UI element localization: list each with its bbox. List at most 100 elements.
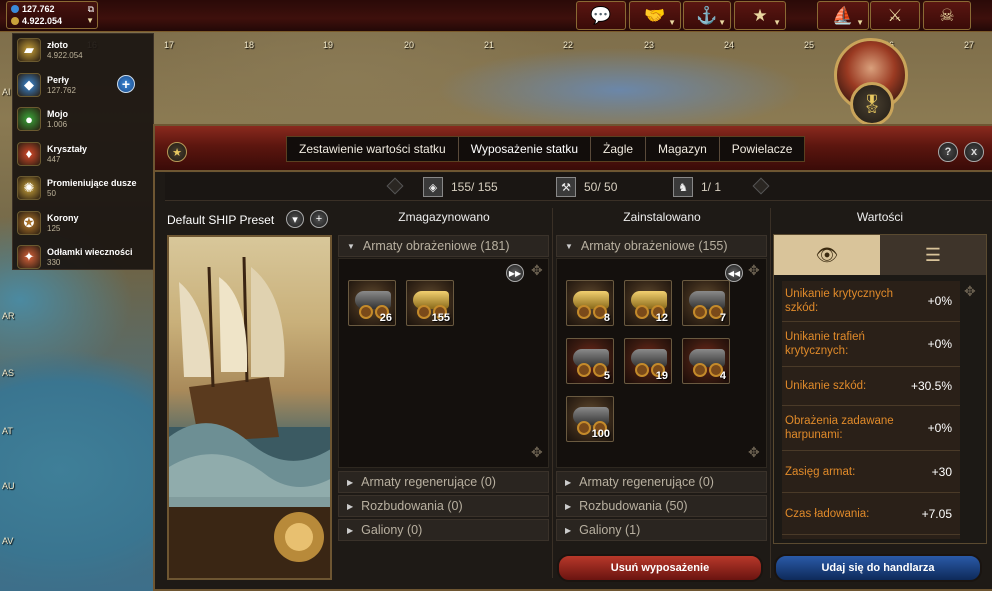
collapsed-triangle-icon: ▶ (347, 501, 354, 511)
resource-name: Perły (47, 74, 70, 85)
gold-summary: 4.922.054 (11, 16, 62, 26)
cannon-slot-icon: ◈ (423, 177, 443, 197)
map-column-label: 24 (724, 40, 735, 50)
value-row: Czas ładowania: +7.05 (782, 493, 960, 535)
resource-item: ♦ Kryształy 447 (17, 141, 87, 172)
collapsed-category[interactable]: ▶ Rozbudowania (0) (338, 495, 549, 517)
resource-value: 4.922.054 (47, 51, 83, 60)
cannon-item[interactable]: 100 (566, 396, 614, 442)
resource-text: złoto 4.922.054 (47, 38, 83, 61)
value-number: +0% (927, 337, 952, 351)
collapsed-triangle-icon: ▶ (565, 477, 572, 487)
pearl-icon (11, 5, 19, 13)
resources-dropdown: ▰ złoto 4.922.054 ◆ Perły 127.762 ● Mojo 1.006 ♦ K… (12, 33, 154, 270)
collapsed-category[interactable]: ▶ Galiony (1) (556, 519, 767, 541)
value-row: Obrażenia zadawane harpunami: +0% (782, 406, 960, 451)
cannon-item[interactable]: 4 (682, 338, 730, 384)
pearl-icon: ◆ (17, 72, 41, 97)
map-column-label: 18 (244, 40, 255, 50)
help-icon: ? (944, 146, 952, 158)
star-icon: ★ (752, 5, 768, 25)
tab-1[interactable]: Wyposażenie statku (459, 137, 592, 161)
diamond-ornament-icon (386, 177, 404, 195)
map-column-label: 25 (804, 40, 815, 50)
skip-forward-button[interactable]: ▶▶ (506, 264, 524, 282)
ship-icon: ⛵ (832, 5, 854, 25)
stored-category-damage-cannons[interactable]: ▼ Armaty obrażeniowe (181) (338, 235, 549, 257)
caret-icon: ▼ (856, 18, 864, 27)
preset-selector[interactable]: Default SHIP Preset (167, 208, 333, 232)
map-column-label: 20 (404, 40, 415, 50)
tab-2[interactable]: Żagle (591, 137, 647, 161)
medal-button[interactable]: 🎖 (850, 82, 894, 126)
tab-4[interactable]: Powielacze (720, 137, 805, 161)
collapsed-category[interactable]: ▶ Armaty regenerujące (0) (338, 471, 549, 493)
help-button[interactable]: ? (938, 142, 958, 162)
wheel-icon (635, 305, 649, 319)
crossed-swords-icon: ⚔ (887, 5, 903, 25)
value-number: +0% (927, 294, 952, 308)
cannon-item[interactable]: 19 (624, 338, 672, 384)
eye-view-tab[interactable]: 👁 (774, 235, 880, 275)
collapsed-category[interactable]: ▶ Armaty regenerujące (0) (556, 471, 767, 493)
values-panel: 👁 ☰ Unikanie krytycznych szkód: +0% Unikan… (773, 234, 987, 544)
medal-icon: 🎖 (860, 93, 884, 114)
value-number: +0% (927, 421, 952, 435)
ship-button[interactable]: ⛵ ▼ (817, 1, 869, 30)
go-to-merchant-button[interactable]: Udaj się do handlarza (774, 554, 982, 582)
caret-down-icon[interactable]: ▼ (86, 16, 94, 25)
skull-button[interactable]: ☠ (923, 1, 971, 30)
resource-item: ▰ złoto 4.922.054 (17, 38, 83, 68)
favorites-button[interactable]: ★ ▼ (734, 1, 786, 30)
resource-value: 127.762 (47, 85, 76, 95)
collapsed-category[interactable]: ▶ Rozbudowania (50) (556, 495, 767, 517)
cannon-item[interactable]: 12 (624, 280, 672, 326)
cannon-item[interactable]: 155 (406, 280, 454, 326)
preset-dropdown-button[interactable]: ▾ (286, 210, 304, 228)
map-row-label: AS (2, 368, 15, 378)
resource-item: ✺ Promieniujące dusze 50 (17, 176, 137, 206)
value-label: Unikanie trafień krytycznych: (785, 331, 865, 357)
installed-category-damage-cannons[interactable]: ▼ Armaty obrażeniowe (155) (556, 235, 767, 257)
cannon-capacity-value: 155/ 155 (451, 180, 498, 194)
upgrade-capacity-value: 50/ 50 (584, 180, 618, 194)
remove-equipment-button[interactable]: Usuń wyposażenie (557, 554, 763, 582)
resource-text: Perły 127.762 (47, 73, 76, 96)
favorite-star-button[interactable]: ★ (167, 142, 187, 162)
item-count: 100 (591, 428, 610, 440)
resource-name: Odłamki wieczności (47, 247, 133, 257)
close-icon: x (970, 146, 978, 158)
anchor-button[interactable]: ⚓ ▼ (683, 1, 731, 30)
preset-label: Default SHIP Preset (167, 213, 275, 227)
handshake-button[interactable]: 🤝 ▼ (629, 1, 681, 30)
upgrade-capacity: ⚒ 50/ 50 (556, 176, 617, 198)
cannon-item[interactable]: 8 (566, 280, 614, 326)
expand-icon[interactable]: ⧉ (88, 4, 94, 15)
cannon-item[interactable]: 7 (682, 280, 730, 326)
cannon-item[interactable]: 5 (566, 338, 614, 384)
collapsed-triangle-icon: ▶ (565, 525, 572, 535)
category-label: Rozbudowania (0) (361, 499, 463, 513)
close-button[interactable]: x (964, 142, 984, 162)
scroll-ornament-icon[interactable]: ✥ (964, 283, 976, 300)
ornament-icon: ✥ (531, 444, 543, 460)
map-column-label: 17 (164, 40, 175, 50)
map-row-label: AV (2, 536, 14, 546)
category-label: Armaty obrażeniowe (181) (362, 239, 510, 253)
list-view-tab[interactable]: ☰ (880, 235, 986, 275)
tab-0[interactable]: Zestawienie wartości statku (287, 137, 459, 161)
gold-icon (11, 17, 19, 25)
wheel-icon (693, 305, 707, 319)
currency-summary[interactable]: 127.762 4.922.054 ⧉ ▼ (6, 1, 98, 29)
collapsed-category[interactable]: ▶ Galiony (0) (338, 519, 549, 541)
expanded-triangle-icon: ▼ (565, 241, 573, 251)
skip-back-icon: ◀◀ (727, 268, 741, 278)
resource-text: Mojo 1.006 (47, 107, 68, 130)
add-preset-button[interactable]: + (310, 210, 328, 228)
battle-button[interactable]: ⚔ (870, 1, 920, 30)
tab-3[interactable]: Magazyn (646, 137, 720, 161)
cannon-item[interactable]: 26 (348, 280, 396, 326)
value-row: Zasięg armat: +30 (782, 451, 960, 493)
buy-pearls-button[interactable]: + (117, 75, 135, 93)
chat-button[interactable]: 💬 (576, 1, 626, 30)
